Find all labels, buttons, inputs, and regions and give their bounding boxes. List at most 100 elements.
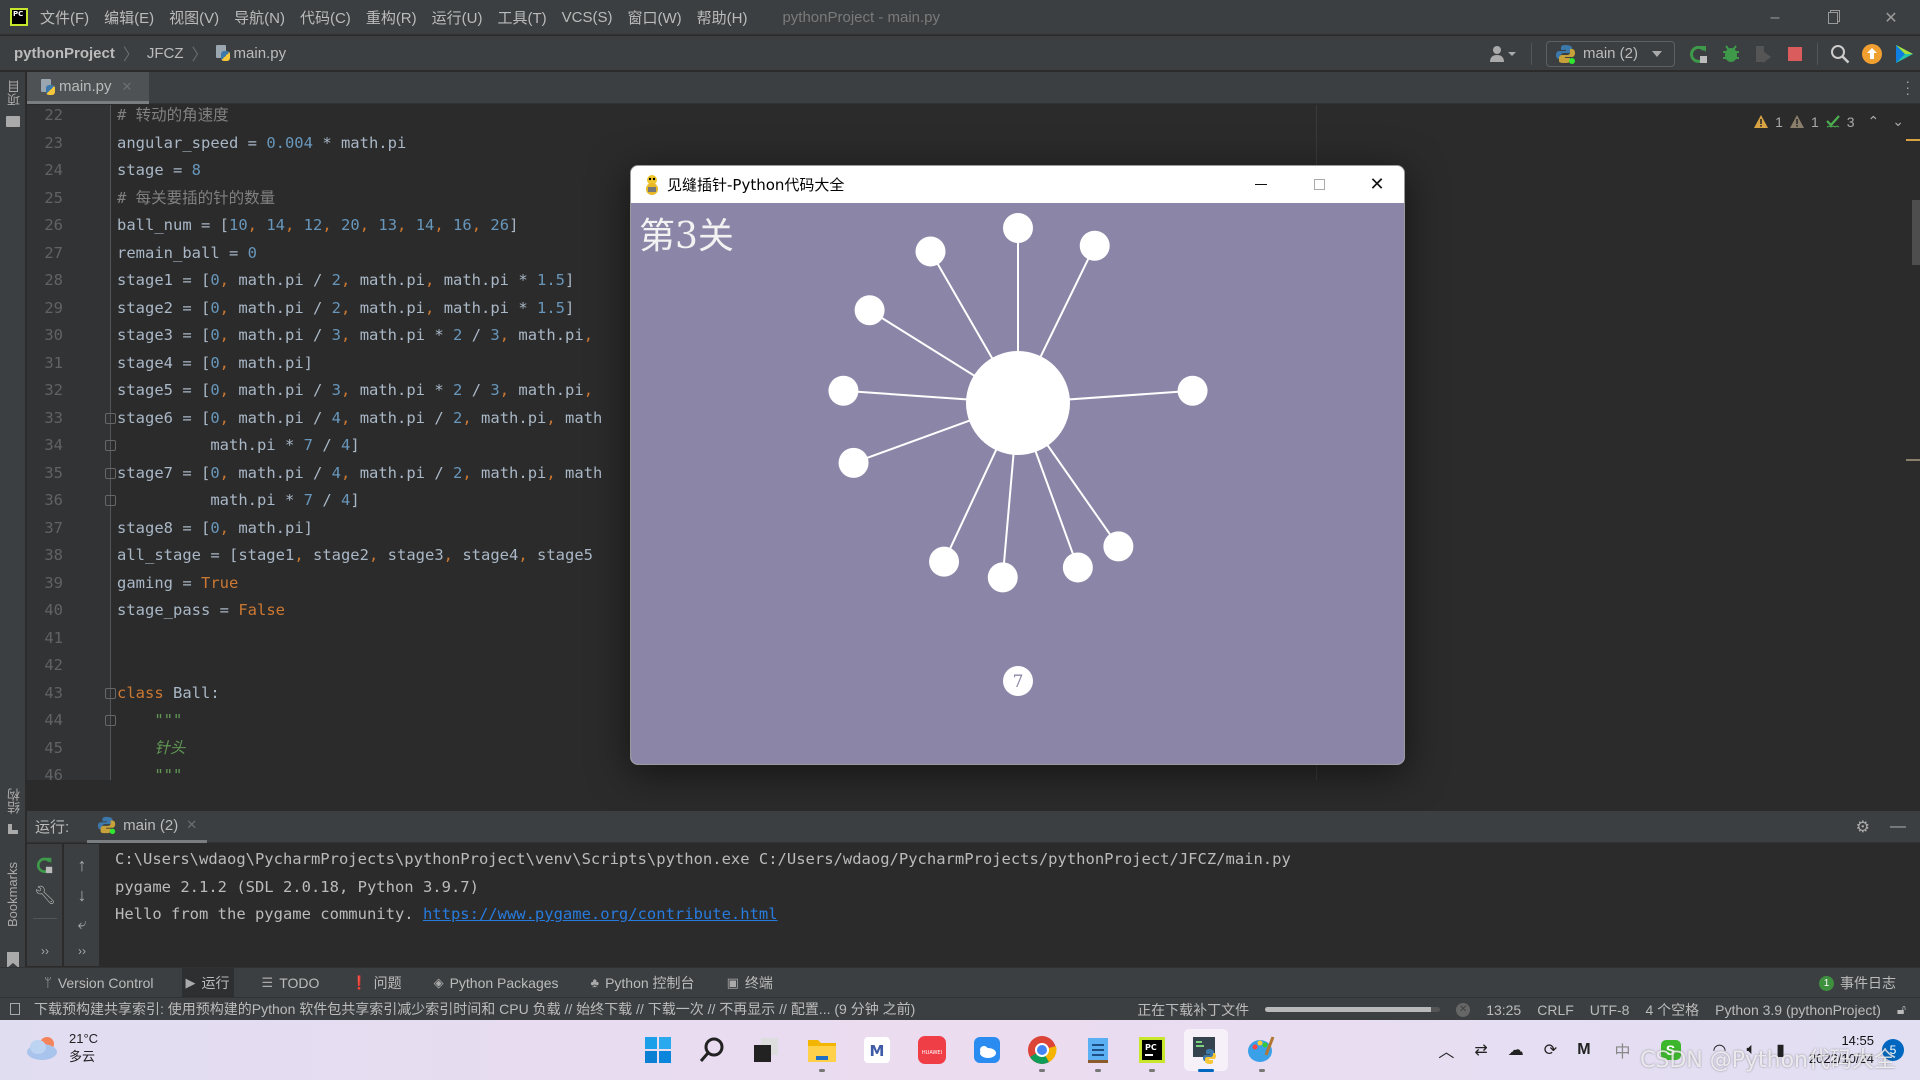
line-separator[interactable]: CRLF — [1537, 1002, 1574, 1018]
settings-gear-icon[interactable]: ⚙ — [1856, 817, 1870, 837]
menu-edit[interactable]: 编辑(E) — [104, 7, 154, 28]
menu-run[interactable]: 运行(U) — [432, 7, 483, 28]
more-tools-icon[interactable]: ›› — [27, 936, 63, 966]
menu-refactor[interactable]: 重构(R) — [366, 7, 417, 28]
tab-problems[interactable]: ❗ 问题 — [347, 968, 405, 998]
task-view-button[interactable] — [744, 1029, 788, 1071]
bookmarks-tool-button[interactable]: Bookmarks — [5, 862, 20, 927]
show-hidden-icons-chevron-icon[interactable]: ︿ — [1438, 1038, 1454, 1062]
pygame-close-button[interactable]: ✕ — [1348, 166, 1404, 203]
user-icon[interactable] — [1484, 40, 1524, 68]
warning-marker[interactable] — [1906, 139, 1920, 141]
tab-terminal[interactable]: ▣ 终端 — [723, 968, 777, 998]
weather-widget[interactable]: 21°C 多云 — [25, 1030, 98, 1066]
menu-navigate[interactable]: 导航(N) — [234, 7, 285, 28]
code-line[interactable]: 23 angular_speed = 0.004 * math.pi — [27, 130, 1920, 158]
pygame-contribute-link[interactable]: https://www.pygame.org/contribute.html — [423, 905, 778, 923]
project-tool-button[interactable]: 项目 — [5, 80, 24, 106]
chrome-button[interactable] — [1020, 1029, 1064, 1072]
scroll-up-icon[interactable]: ↑ — [64, 850, 100, 880]
fold-marker-icon[interactable] — [105, 440, 116, 451]
tab-version-control[interactable]: ᛘ Version Control — [40, 968, 158, 998]
onedrive-cloud-icon[interactable]: ☁ — [1508, 1040, 1524, 1060]
taskbar-search-button[interactable] — [690, 1029, 734, 1071]
paint-button[interactable] — [1240, 1029, 1284, 1072]
indent-setting[interactable]: 4 个空格 — [1645, 1000, 1699, 1020]
debug-button[interactable] — [1716, 40, 1746, 68]
menu-tools[interactable]: 工具(T) — [497, 7, 546, 28]
huawei-appgallery-button[interactable]: HUAWEI — [910, 1029, 954, 1071]
fold-marker-icon[interactable] — [105, 412, 116, 424]
breadcrumb-folder[interactable]: JFCZ — [147, 45, 184, 62]
console-output[interactable]: C:\Users\wdaog\PycharmProjects\pythonPro… — [101, 844, 1920, 966]
run-tab-main[interactable]: main (2) ✕ — [87, 811, 208, 843]
menu-vcs[interactable]: VCS(S) — [562, 9, 613, 26]
fold-marker-icon[interactable] — [105, 495, 116, 506]
close-tab-icon[interactable]: ✕ — [122, 79, 133, 95]
inspection-widget[interactable]: 1 1 3 ⌃ ⌄ — [1754, 113, 1904, 130]
fold-marker-icon[interactable] — [105, 687, 116, 699]
rerun-run-button[interactable] — [27, 850, 63, 880]
close-button[interactable]: ✕ — [1862, 0, 1920, 35]
menu-file[interactable]: 文件(F) — [40, 7, 89, 28]
app-m-button[interactable]: M — [855, 1029, 899, 1071]
ime-indicator[interactable]: 中 — [1615, 1038, 1631, 1062]
run-config-selector[interactable]: main (2) — [1545, 40, 1675, 67]
toggle-tool-windows-icon[interactable] — [10, 1003, 20, 1015]
more-tools-icon[interactable]: ›› — [64, 936, 100, 966]
file-explorer-button[interactable] — [800, 1029, 844, 1072]
pygame-title-bar[interactable]: 见缝插针-Python代码大全 ✕ — [631, 166, 1404, 203]
cloud-drive-button[interactable] — [965, 1029, 1009, 1071]
code-line[interactable]: 22 # 转动的角速度 — [27, 105, 1920, 130]
hide-panel-icon[interactable]: — — [1890, 818, 1906, 836]
scroll-down-icon[interactable]: ↓ — [64, 880, 100, 910]
fold-marker-icon[interactable] — [105, 715, 116, 726]
python-interpreter[interactable]: Python 3.9 (pythonProject) — [1715, 1002, 1881, 1018]
game-canvas[interactable]: 第3关 7 — [631, 203, 1404, 764]
structure-tool-button[interactable]: 结构 — [5, 788, 24, 814]
menu-view[interactable]: 视图(V) — [169, 7, 219, 28]
sync-icon[interactable]: ⟳ — [1544, 1040, 1557, 1060]
tab-main-py[interactable]: main.py ✕ — [27, 72, 149, 104]
next-highlight-icon[interactable]: ⌄ — [1892, 113, 1904, 130]
console-line: pygame 2.1.2 (SDL 2.0.18, Python 3.9.7) — [115, 877, 479, 896]
wrench-icon[interactable]: 🔧︎ — [27, 880, 63, 910]
breadcrumb-project[interactable]: pythonProject — [14, 45, 115, 62]
caret-position[interactable]: 13:25 — [1486, 1002, 1521, 1018]
update-button[interactable] — [1857, 40, 1887, 68]
toolbox-button[interactable] — [1889, 40, 1919, 68]
tab-run[interactable]: ▶ 运行 — [181, 967, 234, 998]
fold-marker-icon[interactable] — [105, 467, 116, 479]
app-m-tray-icon[interactable]: M — [1577, 1041, 1590, 1059]
search-everywhere-button[interactable] — [1825, 40, 1855, 68]
notepad-button[interactable] — [1076, 1029, 1120, 1072]
pygame-maximize-button[interactable] — [1290, 166, 1348, 203]
file-encoding[interactable]: UTF-8 — [1590, 1002, 1630, 1018]
more-options-icon[interactable]: · · · — [1905, 74, 1910, 100]
tab-todo[interactable]: ☰ TODO — [258, 968, 324, 998]
menu-help[interactable]: 帮助(H) — [697, 7, 748, 28]
lock-icon[interactable]: 🔓︎ — [1897, 1001, 1906, 1018]
weak-warning-marker[interactable] — [1906, 459, 1920, 461]
minimize-button[interactable]: – — [1746, 0, 1804, 35]
stop-button[interactable] — [1780, 40, 1810, 68]
tab-python-packages[interactable]: ◈ Python Packages — [430, 968, 563, 998]
menu-code[interactable]: 代码(C) — [300, 7, 351, 28]
breadcrumb-file[interactable]: main.py — [234, 45, 287, 62]
menu-window[interactable]: 窗口(W) — [627, 7, 681, 28]
settings-sliders-icon[interactable]: ⇄ — [1474, 1040, 1487, 1060]
pycharm-button[interactable]: PC — [1130, 1029, 1174, 1072]
start-button[interactable] — [636, 1029, 680, 1071]
editor-scrollbar[interactable] — [1912, 200, 1920, 265]
previous-highlight-icon[interactable]: ⌃ — [1868, 113, 1880, 130]
pygame-minimize-button[interactable] — [1232, 166, 1290, 203]
close-run-tab-icon[interactable]: ✕ — [186, 817, 197, 833]
event-log-button[interactable]: 1 事件日志 — [1819, 968, 1896, 998]
coverage-button[interactable] — [1748, 40, 1778, 68]
status-message[interactable]: 下载预构建共享索引: 使用预构建的Python 软件包共享索引减少索引时间和 C… — [34, 999, 915, 1019]
cancel-task-icon[interactable]: ✕ — [1456, 1002, 1471, 1017]
tab-python-console[interactable]: ♣ Python 控制台 — [587, 968, 699, 998]
restore-button[interactable] — [1804, 0, 1862, 35]
rerun-button[interactable] — [1684, 40, 1714, 68]
python-button[interactable] — [1184, 1029, 1228, 1072]
